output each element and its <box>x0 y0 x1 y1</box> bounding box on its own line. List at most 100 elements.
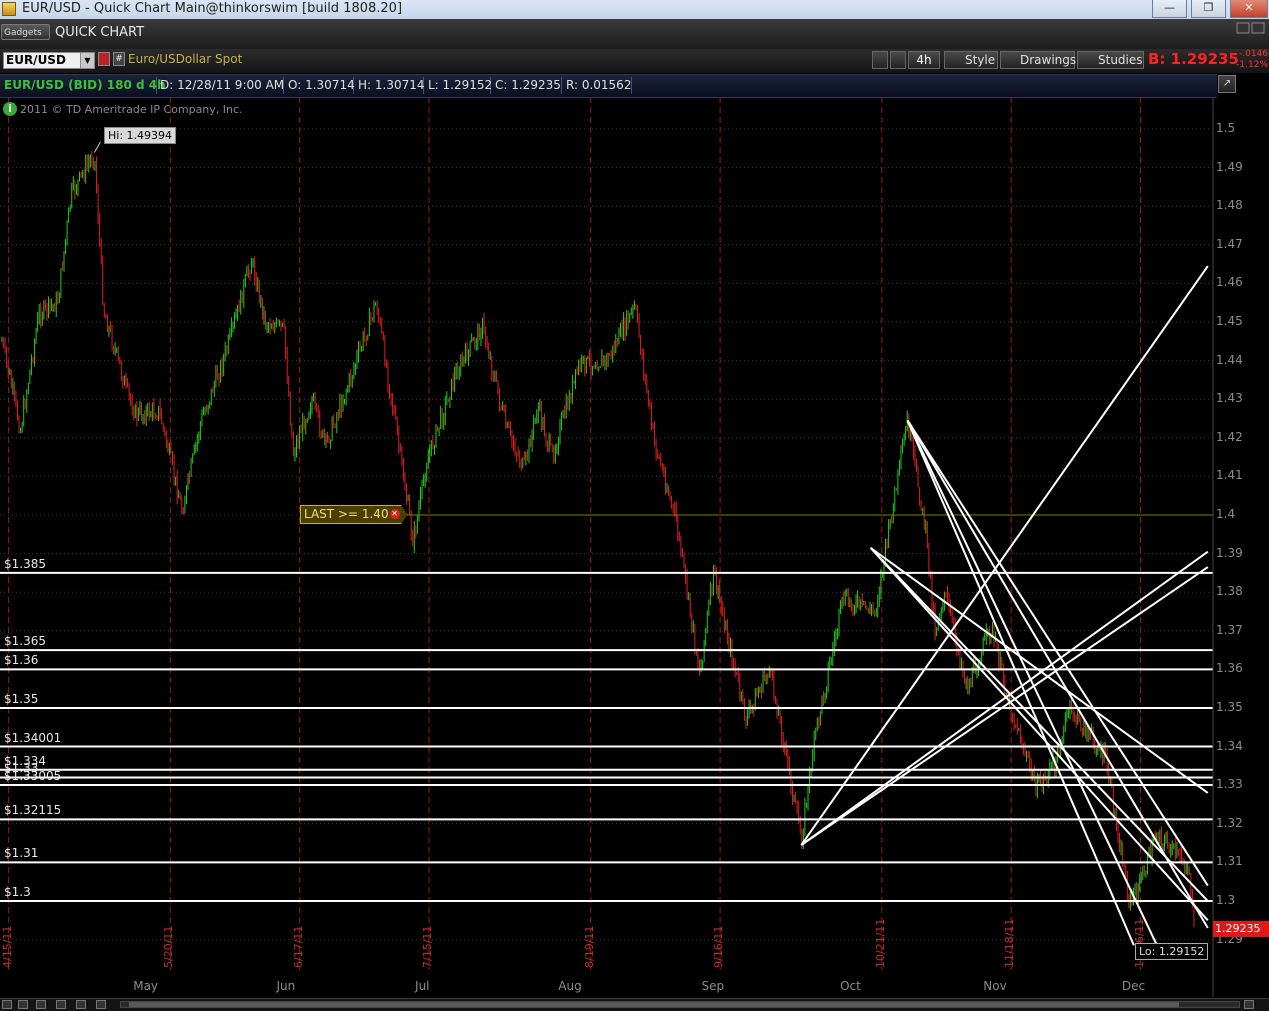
trend-line[interactable] <box>906 419 1209 887</box>
scroll-left-icon[interactable] <box>56 1000 66 1009</box>
link-icon[interactable] <box>890 51 906 69</box>
price-tick-label: 1.45 <box>1216 314 1243 328</box>
price-tick-label: 1.34 <box>1216 738 1243 753</box>
level-label: $1.32115 <box>4 803 62 818</box>
scroll-end-icon[interactable] <box>1244 1000 1254 1009</box>
horizontal-levels <box>0 571 1213 902</box>
window-title: EUR/USD - Quick Chart Main@thinkorswim [… <box>22 1 403 16</box>
price-tick-label: 1.37 <box>1216 622 1243 637</box>
drawings-button[interactable]: Drawings <box>1000 51 1077 69</box>
horizontal-scrollbar[interactable] <box>120 1001 1240 1008</box>
change-readout: -.0146 -1.12% <box>1232 49 1268 71</box>
month-label: Dec <box>1121 979 1146 993</box>
price-tick-label: 1.43 <box>1216 391 1243 406</box>
symbol-input[interactable]: EUR/USD ▼ <box>3 52 95 69</box>
studies-label: Studies <box>1098 53 1143 67</box>
price-tick-label: 1.49 <box>1216 159 1243 174</box>
price-tick-label: 1.35 <box>1216 700 1243 714</box>
chevron-down-icon[interactable]: ▼ <box>80 53 94 68</box>
style-button[interactable]: Style <box>944 51 998 69</box>
trend-line[interactable] <box>800 566 1209 846</box>
low-label: Lo: 1.29152 <box>1135 943 1209 960</box>
month-label: Jul <box>415 979 430 993</box>
price-tick-label: 1.42 <box>1216 429 1243 444</box>
panel-restore-icon[interactable] <box>1236 22 1250 34</box>
trend-line[interactable] <box>800 265 1209 846</box>
percent-change: -1.12% <box>1236 60 1268 70</box>
panel-title: QUICK CHART <box>55 25 145 40</box>
ohlc-info-bar: EUR/USD (BID) 180 d 4h D: 12/28/11 9:00 … <box>0 74 1217 98</box>
price-tick-label: 1.33 <box>1216 777 1243 792</box>
chart-grid <box>0 128 1213 941</box>
level-label: $1.31 <box>4 846 39 861</box>
panel-maximize-icon[interactable] <box>1251 22 1265 34</box>
minimize-button[interactable]: — <box>1152 0 1187 18</box>
zoom-out-icon[interactable] <box>2 1000 12 1009</box>
level-label: $1.34001 <box>4 730 62 745</box>
price-tick-label: 1.38 <box>1216 584 1243 599</box>
panel-controls <box>1236 22 1265 34</box>
candles <box>1 151 1213 928</box>
price-tick-label: 1.46 <box>1216 275 1243 290</box>
month-label: Jun <box>276 979 296 993</box>
price-tick-label: 1.47 <box>1216 236 1243 251</box>
maximize-button[interactable]: ❐ <box>1191 0 1226 18</box>
price-chart[interactable] <box>0 97 1269 997</box>
window-title-bar[interactable]: EUR/USD - Quick Chart Main@thinkorswim [… <box>0 0 1269 20</box>
level-label: $1.3 <box>4 885 31 899</box>
scroll-right-icon[interactable] <box>76 1000 86 1009</box>
info-low: L: 1.29152 <box>424 77 492 94</box>
high-pointer <box>93 141 101 153</box>
level-label: $1.36 <box>4 653 39 668</box>
info-symbol: EUR/USD (BID) 180 d 4h <box>0 77 166 94</box>
info-range: R: 0.01562 <box>562 77 632 94</box>
date-marker-label: 10/21/11 <box>873 918 887 968</box>
price-tick-label: 1.41 <box>1216 468 1243 483</box>
scrollbar-thumb[interactable] <box>129 1002 1179 1007</box>
zoom-in-icon[interactable] <box>18 1000 28 1009</box>
info-icon[interactable]: i <box>3 102 17 116</box>
price-tick-label: 1.36 <box>1216 661 1243 676</box>
price-tick-label: 1.48 <box>1216 198 1243 213</box>
copyright-text: 2011 © TD Ameritrade IP Company, Inc. <box>20 103 243 116</box>
alert-label: LAST >= 1.40 <box>304 507 389 521</box>
trend-line[interactable] <box>906 420 1135 946</box>
link-color-icon[interactable] <box>98 52 110 66</box>
fit-icon[interactable] <box>96 1000 106 1009</box>
gadgets-button[interactable]: Gadgets <box>1 24 50 40</box>
app-icon <box>2 2 16 16</box>
price-tick-label: 1.5 <box>1216 121 1236 135</box>
style-label: Style <box>965 53 996 67</box>
month-label: Oct <box>840 979 861 993</box>
level-label: $1.385 <box>4 556 46 571</box>
net-change: -.0146 <box>1238 49 1268 59</box>
bid-price: B: 1.29235 <box>1148 50 1239 68</box>
price-tick-label: 1.44 <box>1216 352 1243 367</box>
date-marker-label: 4/15/11 <box>0 925 14 968</box>
crosshair-icon[interactable] <box>872 51 888 69</box>
trend-line[interactable] <box>869 547 1209 921</box>
aggregation-button[interactable]: 4h <box>908 51 940 69</box>
close-icon[interactable]: ✕ <box>389 509 400 519</box>
symbol-description: Euro/USDollar Spot <box>128 52 243 66</box>
date-marker-lines <box>8 97 1142 970</box>
chart-settings-icon[interactable]: ↗ <box>1218 75 1236 93</box>
studies-button[interactable]: Studies <box>1077 51 1144 69</box>
trend-lines <box>93 141 1209 946</box>
expand-icon[interactable] <box>36 1000 46 1009</box>
month-label: Aug <box>558 979 582 993</box>
price-alert[interactable]: LAST >= 1.40 ✕ <box>300 505 408 524</box>
date-marker-label: 6/17/11 <box>291 925 305 968</box>
current-price-marker: 1.29235 <box>1213 921 1269 937</box>
hash-icon[interactable]: # <box>113 52 125 66</box>
price-tick-label: 1.4 <box>1216 507 1236 521</box>
info-open: O: 1.30714 <box>284 77 355 94</box>
trend-line[interactable] <box>906 419 1209 929</box>
close-button[interactable]: ✕ <box>1230 0 1268 18</box>
date-marker-label: 9/16/11 <box>712 925 726 968</box>
trend-line[interactable] <box>906 420 1158 946</box>
level-label: $1.365 <box>4 634 46 649</box>
price-tick-label: 1.31 <box>1216 854 1243 869</box>
high-label: Hi: 1.49394 <box>104 127 177 144</box>
drawings-label: Drawings <box>1020 53 1077 67</box>
